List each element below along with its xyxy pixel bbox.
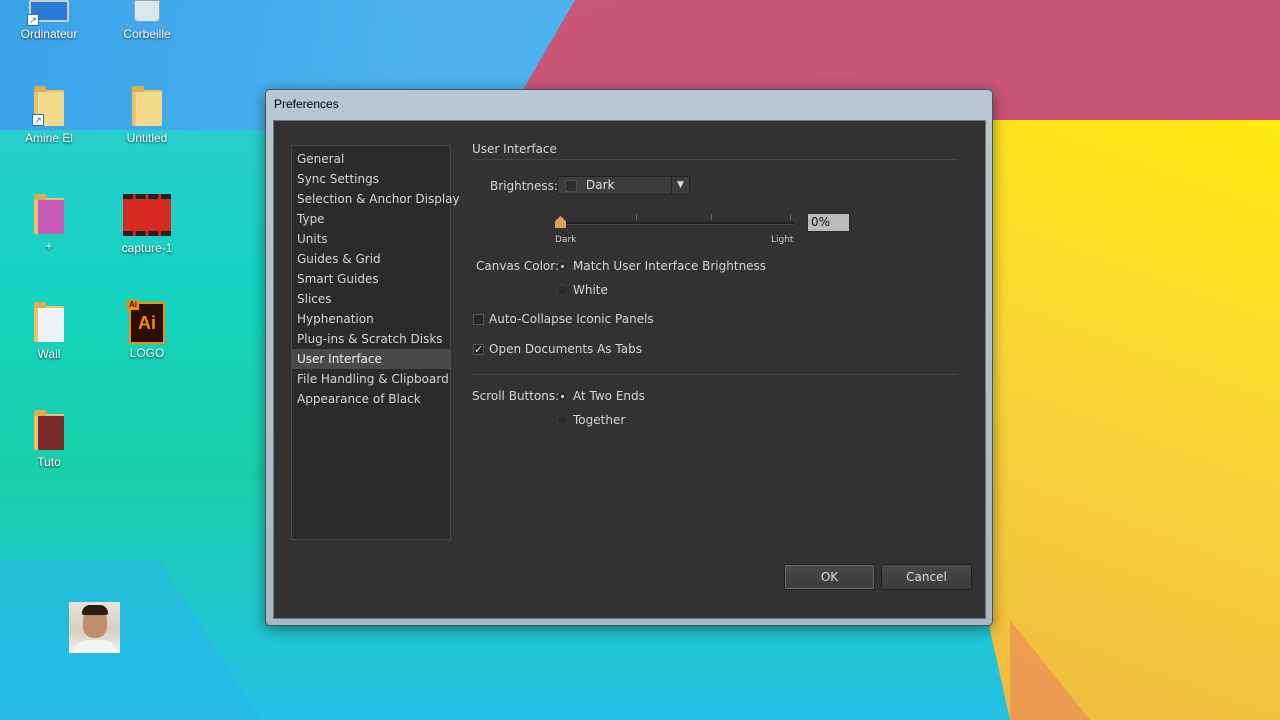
brightness-slider[interactable]	[558, 222, 794, 225]
scroll-buttons-two-ends-radio[interactable]	[557, 391, 568, 402]
category-appearance-of-black[interactable]: Appearance of Black	[292, 389, 450, 409]
desktop-icon-capture-1[interactable]: capture-1	[104, 194, 190, 255]
desktop-icon-label: capture-1	[121, 241, 173, 255]
cancel-button[interactable]: Cancel	[881, 564, 972, 590]
brightness-slider-thumb[interactable]	[555, 216, 566, 228]
folder-icon: ↗	[32, 86, 66, 126]
checkmark-icon: ✓	[474, 343, 484, 356]
desktop-icon-label: Corbeille	[123, 27, 171, 41]
brightness-label: Brightness:	[490, 179, 558, 193]
section-title: User Interface	[472, 142, 557, 156]
scroll-buttons-together-radio[interactable]	[557, 415, 568, 426]
webcam-overlay	[69, 602, 120, 653]
slider-tick	[711, 214, 712, 220]
folder-icon	[32, 302, 66, 342]
dialog-body: General Sync Settings Selection & Anchor…	[273, 120, 986, 619]
canvas-color-match-radio[interactable]	[557, 261, 568, 272]
desktop-icon-label: +	[45, 239, 53, 253]
folder-icon	[32, 410, 66, 450]
scroll-buttons-label: Scroll Buttons:	[472, 389, 560, 403]
slider-min-label: Dark	[555, 235, 577, 245]
brightness-value: Dark	[586, 178, 615, 192]
slider-max-label: Light	[771, 235, 794, 245]
video-file-icon	[123, 194, 171, 236]
recycle-bin-icon	[134, 0, 160, 22]
slider-tick	[790, 214, 791, 220]
desktop-icon-untitled[interactable]: Untitled	[104, 86, 190, 145]
desktop-icon-plus[interactable]: +	[6, 194, 92, 253]
brightness-percent-field[interactable]: 0%	[807, 213, 850, 232]
desktop-icon-label: Wall	[37, 347, 61, 361]
canvas-color-white-label: White	[573, 283, 608, 297]
folder-icon	[130, 86, 164, 126]
auto-collapse-checkbox[interactable]	[473, 314, 484, 325]
desktop-icon-label: Ordinateur	[20, 27, 78, 41]
preferences-category-list: General Sync Settings Selection & Anchor…	[291, 145, 460, 540]
category-general[interactable]: General	[292, 149, 450, 169]
auto-collapse-label: Auto-Collapse Iconic Panels	[489, 312, 654, 326]
canvas-color-white-radio[interactable]	[557, 285, 568, 296]
brightness-swatch	[565, 180, 577, 192]
desktop-icon-label: LOGO	[129, 346, 165, 360]
open-as-tabs-checkbox[interactable]: ✓	[473, 344, 484, 355]
folder-icon	[32, 194, 66, 234]
desktop-icon-corbeille[interactable]: Corbeille	[104, 0, 190, 41]
illustrator-file-icon: Ai Ai	[127, 300, 165, 344]
scroll-buttons-two-ends-label: At Two Ends	[573, 389, 645, 403]
category-file-handling-clipboard[interactable]: File Handling & Clipboard	[292, 369, 450, 389]
desktop-icon-logo[interactable]: Ai Ai LOGO	[104, 300, 190, 360]
desktop-icon-tuto[interactable]: Tuto	[6, 410, 92, 469]
slider-tick	[636, 214, 637, 220]
desktop-icon-label: Tuto	[37, 455, 61, 469]
desktop-icon-label: Untitled	[126, 131, 168, 145]
chevron-down-icon: ▼	[671, 177, 689, 194]
scroll-buttons-together-label: Together	[573, 413, 626, 427]
category-sync-settings[interactable]: Sync Settings	[292, 169, 450, 189]
open-as-tabs-label: Open Documents As Tabs	[489, 342, 642, 356]
desktop-icon-ordinateur[interactable]: ↗ Ordinateur	[6, 0, 92, 41]
brightness-dropdown[interactable]: Dark ▼	[557, 176, 690, 195]
category-user-interface[interactable]: User Interface	[292, 349, 450, 369]
category-selection-anchor-display[interactable]: Selection & Anchor Display	[292, 189, 460, 209]
desktop-icon-wall[interactable]: Wall	[6, 302, 92, 361]
category-guides-grid[interactable]: Guides & Grid	[292, 249, 450, 269]
category-units[interactable]: Units	[292, 229, 450, 249]
desktop-icon-amine-el[interactable]: ↗ Amine El	[6, 86, 92, 145]
computer-icon: ↗	[27, 0, 69, 26]
category-hyphenation[interactable]: Hyphenation	[292, 309, 450, 329]
category-type[interactable]: Type	[292, 209, 450, 229]
desktop-icon-label: Amine El	[24, 131, 74, 145]
section-divider	[472, 159, 957, 160]
canvas-color-match-label: Match User Interface Brightness	[573, 259, 767, 273]
dialog-title: Preferences	[274, 97, 339, 111]
canvas-color-label: Canvas Color:	[476, 259, 560, 273]
preferences-dialog: Preferences General Sync Settings Select…	[265, 89, 993, 626]
category-smart-guides[interactable]: Smart Guides	[292, 269, 450, 289]
ok-button[interactable]: OK	[784, 564, 875, 590]
category-slices[interactable]: Slices	[292, 289, 450, 309]
category-plugins-scratch-disks[interactable]: Plug-ins & Scratch Disks	[292, 329, 450, 349]
section-divider	[472, 374, 957, 375]
